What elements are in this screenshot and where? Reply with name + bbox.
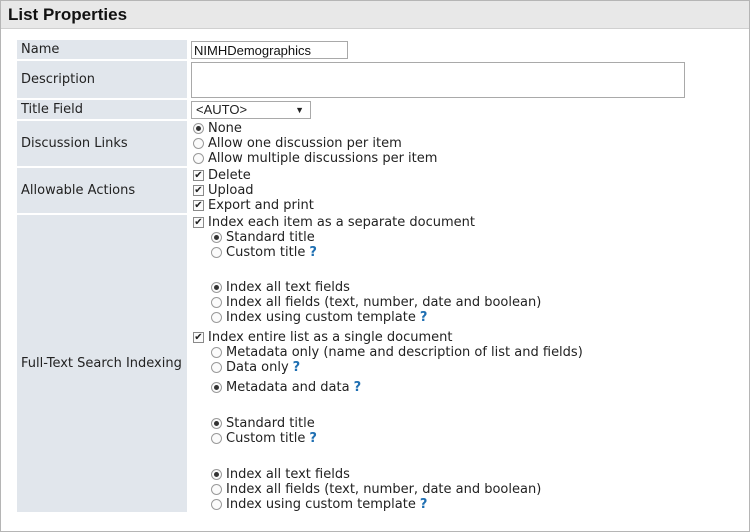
action-export-print[interactable]: ✔ Export and print [191,198,685,213]
description-label: Description [17,61,187,98]
fts-item-custom-template[interactable]: Index using custom template ? [191,310,685,325]
action-label: Export and print [208,198,314,213]
radio-icon[interactable] [211,297,222,308]
action-label: Upload [208,183,254,198]
discussion-option-label: Allow one discussion per item [208,136,402,151]
radio-selected-icon[interactable] [211,382,222,393]
action-delete[interactable]: ✔ Delete [191,168,685,183]
radio-icon[interactable] [211,347,222,358]
fts-per-item-label: Index each item as a separate document [208,215,475,230]
fts-list-metadata-only[interactable]: Metadata only (name and description of l… [191,345,685,360]
fts-item-all-text[interactable]: Index all text fields [191,280,685,295]
radio-icon[interactable] [211,247,222,258]
action-upload[interactable]: ✔ Upload [191,183,685,198]
checkbox-checked-icon[interactable]: ✔ [193,200,204,211]
help-icon[interactable]: ? [309,431,317,446]
option-label: Index using custom template [226,497,416,512]
discussion-option-one[interactable]: Allow one discussion per item [191,136,685,151]
radio-selected-icon[interactable] [193,123,204,134]
title-field-label: Title Field [17,100,187,119]
panel-header: List Properties [1,1,749,29]
checkbox-checked-icon[interactable]: ✔ [193,185,204,196]
help-icon[interactable]: ? [354,380,362,395]
radio-icon[interactable] [211,484,222,495]
fts-list-data-only[interactable]: Data only ? [191,360,685,375]
checkbox-checked-icon[interactable]: ✔ [193,170,204,181]
option-label: Metadata only (name and description of l… [226,345,583,360]
row-description: Description [17,61,685,98]
row-allowable-actions: Allowable Actions ✔ Delete ✔ Upload ✔ Ex… [17,168,685,213]
discussion-links-label: Discussion Links [17,121,187,166]
help-icon[interactable]: ? [309,245,317,260]
fts-item-all-fields[interactable]: Index all fields (text, number, date and… [191,295,685,310]
radio-icon[interactable] [211,362,222,373]
discussion-option-label: Allow multiple discussions per item [208,151,438,166]
fts-list-standard-title[interactable]: Standard title [191,416,685,431]
option-label: Index all text fields [226,280,350,295]
title-field-select[interactable]: <AUTO> ▼ [191,101,311,119]
option-label: Standard title [226,416,315,431]
radio-icon[interactable] [211,499,222,510]
row-full-text-search: Full-Text Search Indexing ✔ Index each i… [17,215,685,512]
radio-selected-icon[interactable] [211,282,222,293]
radio-selected-icon[interactable] [211,232,222,243]
checkbox-checked-icon[interactable]: ✔ [193,332,204,343]
radio-selected-icon[interactable] [211,469,222,480]
list-properties-panel: List Properties Name Description Title F… [0,0,750,532]
fts-list-custom-template[interactable]: Index using custom template ? [191,497,685,512]
option-label: Data only [226,360,289,375]
checkbox-checked-icon[interactable]: ✔ [193,217,204,228]
fts-whole-list-label: Index entire list as a single document [208,330,453,345]
option-label: Custom title [226,245,306,260]
discussion-option-label: None [208,121,242,136]
title-field-selected: <AUTO> [196,102,248,117]
option-label: Standard title [226,230,315,245]
option-label: Custom title [226,431,306,446]
fts-list-custom-title[interactable]: Custom title ? [191,431,685,446]
option-label: Index using custom template [226,310,416,325]
name-label: Name [17,40,187,59]
fts-per-item-option[interactable]: ✔ Index each item as a separate document [191,215,685,230]
fts-item-custom-title[interactable]: Custom title ? [191,245,685,260]
name-input[interactable] [191,41,348,59]
option-label: Index all fields (text, number, date and… [226,482,542,497]
properties-table: Name Description Title Field <AUTO> ▼ Di… [17,38,685,514]
action-label: Delete [208,168,251,183]
help-icon[interactable]: ? [420,497,428,512]
row-title-field: Title Field <AUTO> ▼ [17,100,685,119]
option-label: Metadata and data [226,380,350,395]
fts-item-standard-title[interactable]: Standard title [191,230,685,245]
help-icon[interactable]: ? [293,360,301,375]
radio-icon[interactable] [193,153,204,164]
row-discussion-links: Discussion Links None Allow one discussi… [17,121,685,166]
allowable-actions-label: Allowable Actions [17,168,187,213]
description-textarea[interactable] [191,62,685,98]
discussion-option-none[interactable]: None [191,121,685,136]
panel-title: List Properties [8,5,128,24]
option-label: Index all text fields [226,467,350,482]
radio-icon[interactable] [193,138,204,149]
help-icon[interactable]: ? [420,310,428,325]
radio-selected-icon[interactable] [211,418,222,429]
fts-list-all-fields[interactable]: Index all fields (text, number, date and… [191,482,685,497]
dropdown-arrow-icon: ▼ [295,105,304,115]
radio-icon[interactable] [211,433,222,444]
fts-label: Full-Text Search Indexing [17,215,187,512]
option-label: Index all fields (text, number, date and… [226,295,542,310]
discussion-option-multiple[interactable]: Allow multiple discussions per item [191,151,685,166]
fts-whole-list-option[interactable]: ✔ Index entire list as a single document [191,330,685,345]
fts-list-all-text[interactable]: Index all text fields [191,467,685,482]
row-name: Name [17,40,685,59]
radio-icon[interactable] [211,312,222,323]
fts-list-metadata-and-data[interactable]: Metadata and data ? [191,380,685,395]
